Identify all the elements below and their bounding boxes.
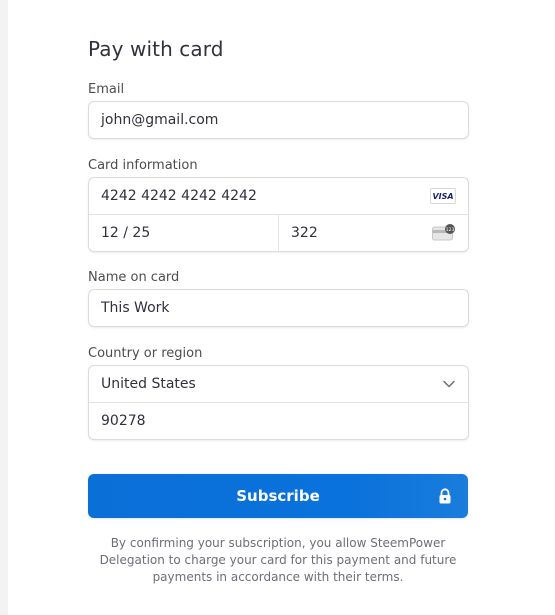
card-expiry-value: 12 / 25 (101, 225, 151, 241)
name-on-card-box: This Work (88, 289, 469, 327)
checkout-page: Pay with card Email john@gmail.com Card … (0, 0, 555, 615)
left-panel-edge (0, 0, 8, 615)
name-on-card-label: Name on card (88, 270, 180, 285)
subscribe-button[interactable]: Subscribe (88, 474, 468, 518)
card-number-field[interactable]: 4242 4242 4242 4242 VISA (89, 178, 468, 214)
zip-field[interactable]: 90278 (89, 402, 468, 438)
email-field-box: john@gmail.com (88, 101, 469, 139)
visa-icon: VISA (430, 188, 456, 204)
country-region-label: Country or region (88, 346, 203, 361)
name-on-card-field[interactable]: This Work (89, 290, 468, 326)
email-field[interactable]: john@gmail.com (89, 102, 468, 138)
card-cvc-value: 322 (291, 225, 318, 241)
card-cvc-field[interactable]: 322 123 (279, 215, 468, 251)
country-select[interactable]: United States (89, 366, 468, 402)
chevron-down-icon (443, 380, 455, 388)
card-info-label: Card information (88, 158, 198, 173)
page-title: Pay with card (88, 37, 224, 61)
card-number-value: 4242 4242 4242 4242 (101, 188, 257, 204)
lock-icon (439, 488, 451, 504)
card-expiry-field[interactable]: 12 / 25 (89, 215, 279, 251)
card-expiry-cvc-row: 12 / 25 322 123 (89, 214, 468, 251)
email-label: Email (88, 82, 125, 97)
subscribe-label: Subscribe (236, 487, 320, 505)
cvc-icon-text: 123 (446, 227, 455, 233)
cvc-card-icon: 123 (432, 224, 455, 241)
country-select-value: United States (101, 376, 196, 392)
address-box: United States 90278 (88, 365, 469, 440)
card-info-box: 4242 4242 4242 4242 VISA 12 / 25 322 123 (88, 177, 469, 252)
legal-disclaimer: By confirming your subscription, you all… (99, 536, 457, 584)
